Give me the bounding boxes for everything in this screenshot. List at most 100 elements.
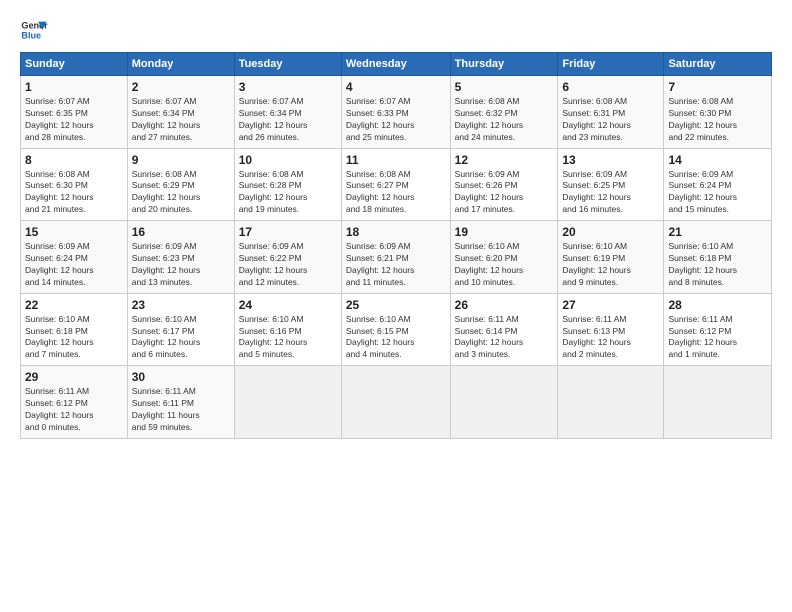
day-info: Sunrise: 6:10 AM Sunset: 6:18 PM Dayligh… <box>25 314 123 362</box>
calendar-cell: 23 Sunrise: 6:10 AM Sunset: 6:17 PM Dayli… <box>127 293 234 366</box>
day-info: Sunrise: 6:08 AM Sunset: 6:32 PM Dayligh… <box>455 96 554 144</box>
calendar-cell: 26 Sunrise: 6:11 AM Sunset: 6:14 PM Dayli… <box>450 293 558 366</box>
day-number: 15 <box>25 225 123 239</box>
calendar-cell: 1Sunrise: 6:07 AM Sunset: 6:35 PM Daylig… <box>21 76 128 149</box>
day-info: Sunrise: 6:11 AM Sunset: 6:14 PM Dayligh… <box>455 314 554 362</box>
day-info: Sunrise: 6:07 AM Sunset: 6:35 PM Dayligh… <box>25 96 123 144</box>
calendar-cell: 12 Sunrise: 6:09 AM Sunset: 6:26 PM Dayli… <box>450 148 558 221</box>
col-header-friday: Friday <box>558 53 664 76</box>
calendar-cell: 11 Sunrise: 6:08 AM Sunset: 6:27 PM Dayli… <box>341 148 450 221</box>
day-info: Sunrise: 6:09 AM Sunset: 6:21 PM Dayligh… <box>346 241 446 289</box>
day-info: Sunrise: 6:09 AM Sunset: 6:24 PM Dayligh… <box>668 169 767 217</box>
calendar-header-row: SundayMondayTuesdayWednesdayThursdayFrid… <box>21 53 772 76</box>
day-number: 7 <box>668 80 767 94</box>
day-number: 23 <box>132 298 230 312</box>
day-number: 2 <box>132 80 230 94</box>
logo: General Blue <box>20 16 48 44</box>
col-header-monday: Monday <box>127 53 234 76</box>
day-number: 14 <box>668 153 767 167</box>
day-number: 5 <box>455 80 554 94</box>
header: General Blue <box>20 16 772 44</box>
day-number: 26 <box>455 298 554 312</box>
calendar-cell <box>341 366 450 439</box>
day-number: 9 <box>132 153 230 167</box>
calendar-cell <box>558 366 664 439</box>
day-info: Sunrise: 6:10 AM Sunset: 6:15 PM Dayligh… <box>346 314 446 362</box>
day-info: Sunrise: 6:09 AM Sunset: 6:26 PM Dayligh… <box>455 169 554 217</box>
day-info: Sunrise: 6:10 AM Sunset: 6:19 PM Dayligh… <box>562 241 659 289</box>
day-number: 10 <box>239 153 337 167</box>
calendar-cell: 20 Sunrise: 6:10 AM Sunset: 6:19 PM Dayli… <box>558 221 664 294</box>
calendar-cell: 30 Sunrise: 6:11 AM Sunset: 6:11 PM Dayli… <box>127 366 234 439</box>
calendar-week-row: 8 Sunrise: 6:08 AM Sunset: 6:30 PM Daylig… <box>21 148 772 221</box>
calendar-week-row: 15 Sunrise: 6:09 AM Sunset: 6:24 PM Dayli… <box>21 221 772 294</box>
col-header-tuesday: Tuesday <box>234 53 341 76</box>
day-number: 22 <box>25 298 123 312</box>
day-number: 12 <box>455 153 554 167</box>
calendar-cell <box>450 366 558 439</box>
day-info: Sunrise: 6:08 AM Sunset: 6:28 PM Dayligh… <box>239 169 337 217</box>
day-info: Sunrise: 6:10 AM Sunset: 6:17 PM Dayligh… <box>132 314 230 362</box>
day-number: 21 <box>668 225 767 239</box>
day-number: 27 <box>562 298 659 312</box>
svg-text:Blue: Blue <box>21 30 41 40</box>
calendar-cell: 24 Sunrise: 6:10 AM Sunset: 6:16 PM Dayli… <box>234 293 341 366</box>
day-info: Sunrise: 6:11 AM Sunset: 6:13 PM Dayligh… <box>562 314 659 362</box>
calendar-cell: 6Sunrise: 6:08 AM Sunset: 6:31 PM Daylig… <box>558 76 664 149</box>
day-number: 8 <box>25 153 123 167</box>
day-info: Sunrise: 6:08 AM Sunset: 6:27 PM Dayligh… <box>346 169 446 217</box>
calendar-cell: 21 Sunrise: 6:10 AM Sunset: 6:18 PM Dayli… <box>664 221 772 294</box>
day-info: Sunrise: 6:09 AM Sunset: 6:24 PM Dayligh… <box>25 241 123 289</box>
calendar-cell: 14 Sunrise: 6:09 AM Sunset: 6:24 PM Dayli… <box>664 148 772 221</box>
calendar-cell: 17Sunrise: 6:09 AM Sunset: 6:22 PM Dayli… <box>234 221 341 294</box>
day-info: Sunrise: 6:10 AM Sunset: 6:18 PM Dayligh… <box>668 241 767 289</box>
calendar-cell: 22 Sunrise: 6:10 AM Sunset: 6:18 PM Dayli… <box>21 293 128 366</box>
calendar-cell: 28 Sunrise: 6:11 AM Sunset: 6:12 PM Dayli… <box>664 293 772 366</box>
day-info: Sunrise: 6:07 AM Sunset: 6:34 PM Dayligh… <box>132 96 230 144</box>
calendar-cell: 16 Sunrise: 6:09 AM Sunset: 6:23 PM Dayli… <box>127 221 234 294</box>
calendar-cell: 13 Sunrise: 6:09 AM Sunset: 6:25 PM Dayli… <box>558 148 664 221</box>
day-info: Sunrise: 6:11 AM Sunset: 6:12 PM Dayligh… <box>25 386 123 434</box>
day-info: Sunrise: 6:10 AM Sunset: 6:16 PM Dayligh… <box>239 314 337 362</box>
day-number: 19 <box>455 225 554 239</box>
day-number: 24 <box>239 298 337 312</box>
day-number: 28 <box>668 298 767 312</box>
calendar-cell: 18Sunrise: 6:09 AM Sunset: 6:21 PM Dayli… <box>341 221 450 294</box>
calendar-cell: 19 Sunrise: 6:10 AM Sunset: 6:20 PM Dayli… <box>450 221 558 294</box>
day-number: 13 <box>562 153 659 167</box>
day-number: 16 <box>132 225 230 239</box>
calendar-cell: 15 Sunrise: 6:09 AM Sunset: 6:24 PM Dayli… <box>21 221 128 294</box>
day-number: 30 <box>132 370 230 384</box>
calendar-week-row: 1Sunrise: 6:07 AM Sunset: 6:35 PM Daylig… <box>21 76 772 149</box>
calendar-cell: 25 Sunrise: 6:10 AM Sunset: 6:15 PM Dayli… <box>341 293 450 366</box>
calendar-table: SundayMondayTuesdayWednesdayThursdayFrid… <box>20 52 772 439</box>
day-info: Sunrise: 6:07 AM Sunset: 6:34 PM Dayligh… <box>239 96 337 144</box>
col-header-saturday: Saturday <box>664 53 772 76</box>
day-info: Sunrise: 6:11 AM Sunset: 6:11 PM Dayligh… <box>132 386 230 434</box>
col-header-thursday: Thursday <box>450 53 558 76</box>
day-number: 29 <box>25 370 123 384</box>
day-info: Sunrise: 6:07 AM Sunset: 6:33 PM Dayligh… <box>346 96 446 144</box>
day-info: Sunrise: 6:11 AM Sunset: 6:12 PM Dayligh… <box>668 314 767 362</box>
day-number: 3 <box>239 80 337 94</box>
calendar-cell: 5 Sunrise: 6:08 AM Sunset: 6:32 PM Daylig… <box>450 76 558 149</box>
day-number: 17 <box>239 225 337 239</box>
calendar-cell: 7 Sunrise: 6:08 AM Sunset: 6:30 PM Daylig… <box>664 76 772 149</box>
calendar-cell: 8 Sunrise: 6:08 AM Sunset: 6:30 PM Daylig… <box>21 148 128 221</box>
day-info: Sunrise: 6:08 AM Sunset: 6:30 PM Dayligh… <box>25 169 123 217</box>
calendar-cell: 2 Sunrise: 6:07 AM Sunset: 6:34 PM Daylig… <box>127 76 234 149</box>
page: General Blue SundayMondayTuesdayWednesda… <box>0 0 792 612</box>
day-number: 20 <box>562 225 659 239</box>
day-number: 11 <box>346 153 446 167</box>
calendar-cell: 4Sunrise: 6:07 AM Sunset: 6:33 PM Daylig… <box>341 76 450 149</box>
day-info: Sunrise: 6:08 AM Sunset: 6:31 PM Dayligh… <box>562 96 659 144</box>
day-info: Sunrise: 6:09 AM Sunset: 6:23 PM Dayligh… <box>132 241 230 289</box>
day-number: 25 <box>346 298 446 312</box>
day-info: Sunrise: 6:10 AM Sunset: 6:20 PM Dayligh… <box>455 241 554 289</box>
calendar-cell: 3 Sunrise: 6:07 AM Sunset: 6:34 PM Daylig… <box>234 76 341 149</box>
col-header-wednesday: Wednesday <box>341 53 450 76</box>
calendar-week-row: 22 Sunrise: 6:10 AM Sunset: 6:18 PM Dayli… <box>21 293 772 366</box>
day-info: Sunrise: 6:08 AM Sunset: 6:30 PM Dayligh… <box>668 96 767 144</box>
calendar-cell: 29 Sunrise: 6:11 AM Sunset: 6:12 PM Dayli… <box>21 366 128 439</box>
day-info: Sunrise: 6:09 AM Sunset: 6:25 PM Dayligh… <box>562 169 659 217</box>
